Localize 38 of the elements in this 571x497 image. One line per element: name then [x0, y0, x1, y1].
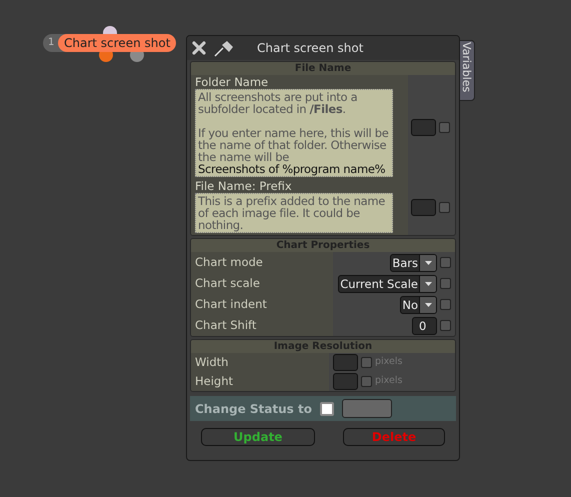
checkbox[interactable]	[361, 376, 372, 387]
node-label[interactable]: Chart screen shot	[58, 34, 176, 52]
caret-icon	[424, 260, 432, 264]
close-icon[interactable]	[191, 41, 207, 55]
caret-icon	[424, 302, 432, 306]
field-label: Folder Name	[195, 75, 270, 89]
input-field[interactable]	[333, 373, 358, 390]
field-label: Height	[191, 372, 329, 391]
status-label: Change Status to	[195, 400, 312, 418]
description-text: All screenshots are put into a subfolder located in /Files.	[198, 91, 358, 115]
checkbox[interactable]	[440, 299, 451, 310]
status-field[interactable]	[342, 399, 392, 418]
input-field[interactable]	[411, 118, 436, 136]
window-title: Chart screen shot	[257, 40, 364, 57]
description-text: If you enter name here, this will be the name of that folder. Otherwise the name will be	[198, 127, 390, 163]
checkbox[interactable]	[320, 402, 334, 416]
checkbox[interactable]	[440, 320, 451, 331]
field-label: File Name: Prefix	[195, 179, 293, 193]
checkbox[interactable]	[361, 357, 372, 368]
field-label: Chart Shift	[191, 315, 333, 336]
dropdown[interactable]: No	[400, 296, 437, 314]
field-label: Chart indent	[191, 294, 333, 315]
number-field[interactable]: 0	[412, 316, 437, 334]
caret-icon	[424, 282, 432, 286]
dropdown[interactable]: Bars	[390, 254, 437, 272]
action-button[interactable]: Update	[201, 428, 315, 446]
input-field[interactable]	[411, 198, 436, 216]
field-label: Width	[191, 353, 329, 372]
field-label: Chart mode	[191, 252, 333, 273]
checkbox[interactable]	[439, 122, 450, 132]
field-label: Chart scale	[191, 273, 333, 294]
checkbox[interactable]	[440, 257, 451, 268]
checkbox[interactable]	[439, 202, 450, 212]
checkbox[interactable]	[440, 278, 451, 289]
dropdown[interactable]: Current Scale	[338, 274, 437, 292]
input-field[interactable]	[333, 354, 358, 371]
description-text: This is a prefix added to the name of each image file. It could be nothing.	[198, 195, 386, 231]
description-text: Screenshots of %program name%	[198, 163, 386, 175]
